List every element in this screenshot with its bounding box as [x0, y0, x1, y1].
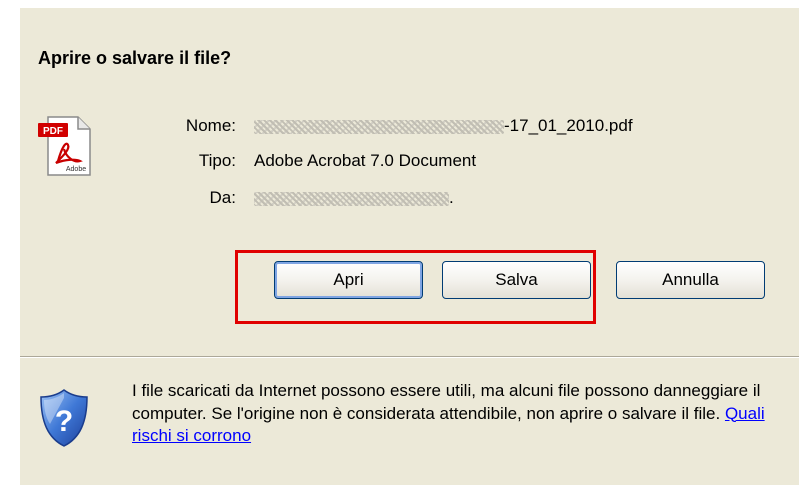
- warning-message: I file scaricati da Internet possono ess…: [132, 380, 782, 448]
- svg-text:?: ?: [55, 405, 73, 438]
- redacted-name: [254, 119, 504, 134]
- svg-text:PDF: PDF: [43, 126, 63, 137]
- warning-text: I file scaricati da Internet possono ess…: [132, 381, 761, 423]
- svg-text:Adobe: Adobe: [66, 166, 86, 173]
- type-label: Tipo:: [198, 151, 236, 170]
- file-download-dialog: Aprire o salvare il file? PDF Adobe Nome…: [20, 8, 799, 485]
- type-value: Adobe Acrobat 7.0 Document: [254, 151, 477, 170]
- cancel-button[interactable]: Annulla: [616, 261, 765, 299]
- dialog-title: Aprire o salvare il file?: [38, 48, 232, 68]
- security-shield-question-icon: ?: [40, 389, 88, 447]
- pdf-file-icon: PDF Adobe: [38, 116, 91, 176]
- name-value: -17_01_2010.pdf: [254, 116, 633, 136]
- open-button[interactable]: Apri: [274, 261, 423, 299]
- name-label: Nome:: [185, 116, 236, 135]
- from-label: Da:: [209, 188, 236, 207]
- separator: [20, 356, 799, 358]
- from-value: .: [254, 188, 454, 208]
- save-button[interactable]: Salva: [442, 261, 591, 299]
- redacted-source: [254, 191, 449, 206]
